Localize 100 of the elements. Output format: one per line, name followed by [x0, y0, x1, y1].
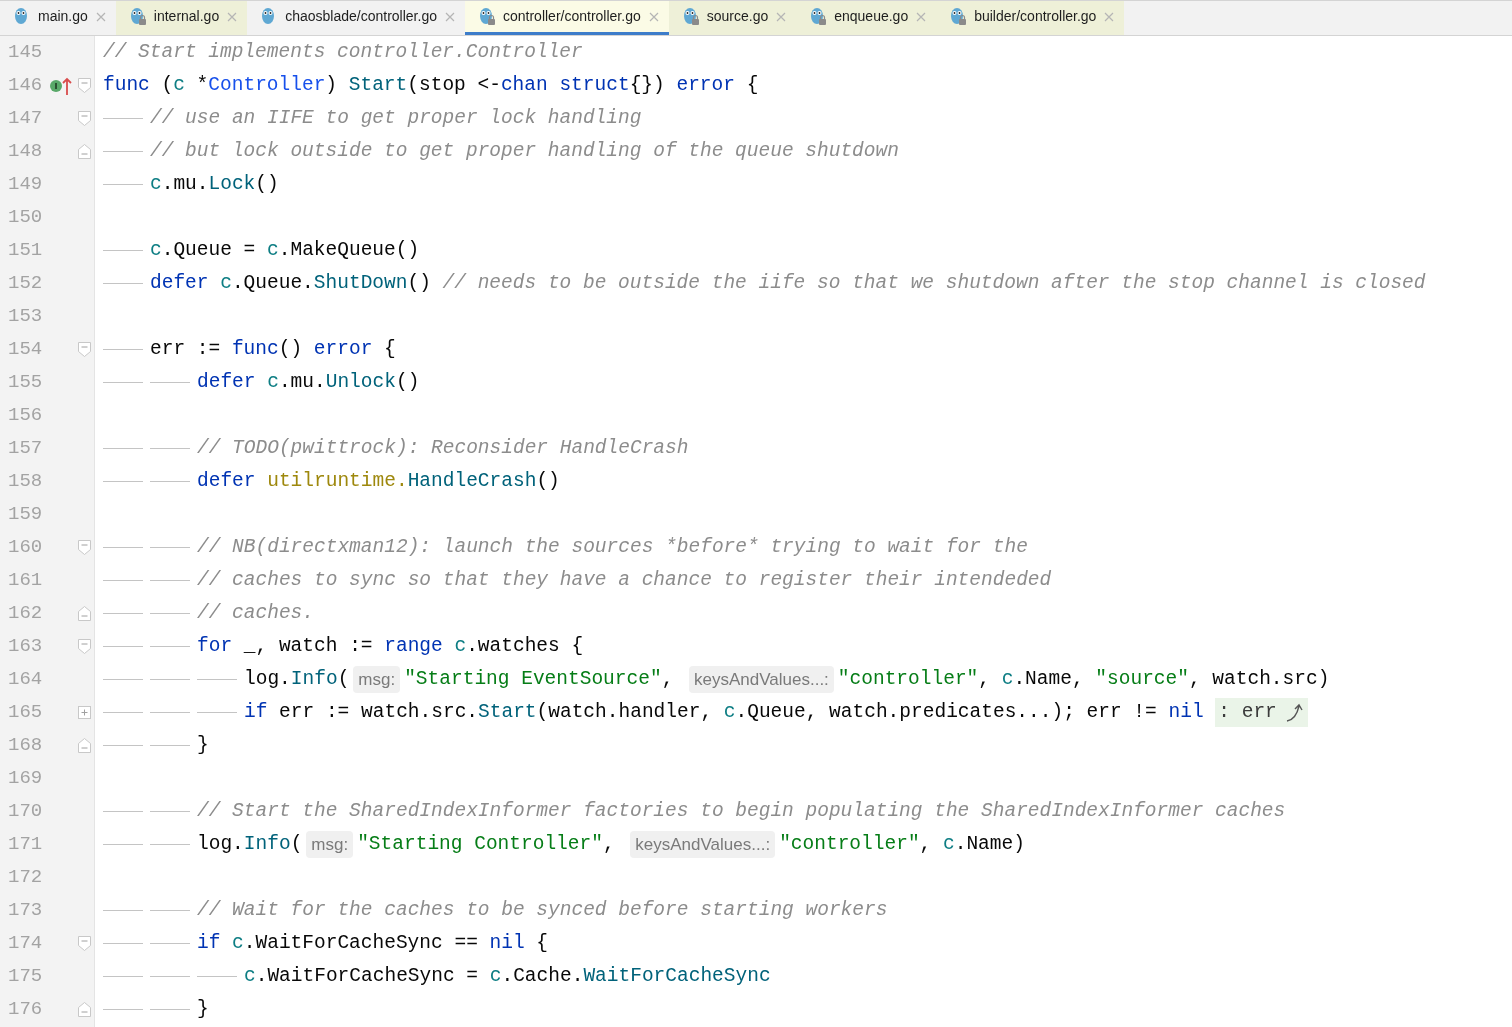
code-token: "controller" [837, 666, 979, 692]
indent-guide [103, 382, 143, 383]
editor-tab[interactable]: enqueue.go [796, 1, 937, 35]
code-token: if [197, 930, 221, 956]
indent-guide [197, 712, 237, 713]
indent-guide [150, 481, 190, 482]
parameter-hint: keysAndValues...: [630, 830, 776, 859]
code-token: , watch.src) [1188, 666, 1330, 692]
line-number: 152 [7, 271, 44, 297]
indent-guide [150, 844, 190, 845]
expand-icon[interactable] [78, 706, 91, 719]
code-token: (watch.handler, [536, 699, 714, 725]
line-number: 153 [7, 304, 44, 330]
gopher-file-icon [14, 7, 30, 26]
code-token: nil [489, 930, 525, 956]
code-token: Lock [208, 171, 256, 197]
fold-icon[interactable] [78, 144, 91, 159]
code-token: .MakeQueue() [278, 237, 420, 263]
code-token: func [103, 72, 150, 98]
indent-guide [150, 1009, 190, 1010]
code-token: _, watch := [242, 633, 374, 659]
code-token: range [384, 633, 443, 659]
fold-icon[interactable] [78, 342, 91, 357]
code-token: defer [150, 270, 209, 296]
indent-guide [103, 151, 143, 152]
parameter-hint: msg: [306, 830, 354, 859]
close-icon[interactable] [1104, 11, 1115, 22]
code-token: log. [197, 831, 244, 857]
indent-guide [103, 745, 143, 746]
editor-tab[interactable]: controller/controller.go [465, 1, 669, 35]
code-token: ShutDown [313, 270, 408, 296]
code-token: HandleCrash [407, 468, 537, 494]
code-token: * [195, 72, 209, 98]
code-token: () [278, 336, 304, 362]
code-token: func [231, 336, 279, 362]
code-token: log. [244, 666, 291, 692]
code-token: Info [243, 831, 291, 857]
indent-guide [150, 646, 190, 647]
fold-icon[interactable] [78, 1002, 91, 1017]
code-token: (stop <- [407, 72, 501, 98]
fold-icon[interactable] [78, 936, 91, 951]
indent-guide [150, 448, 190, 449]
close-icon[interactable] [776, 11, 787, 22]
folded-code[interactable]: : err [1215, 697, 1308, 728]
fold-icon[interactable] [78, 540, 91, 555]
gopher-file-icon [479, 7, 495, 26]
line-number: 154 [7, 337, 44, 363]
fold-icon[interactable] [78, 738, 91, 753]
code-token: () [255, 171, 279, 197]
code-token: Info [290, 666, 338, 692]
code-token: .WaitForCacheSync == [243, 930, 479, 956]
line-number: 157 [7, 436, 44, 462]
close-icon[interactable] [916, 11, 927, 22]
indent-guide [103, 976, 143, 977]
indent-guide [103, 1009, 143, 1010]
indent-guide [150, 943, 190, 944]
code-token: error [313, 336, 373, 362]
code-comment: // but lock outside to get proper handling of the queue shutdown [150, 138, 899, 164]
code-token: defer [197, 468, 256, 494]
fold-icon[interactable] [78, 111, 91, 126]
indent-guide [150, 547, 190, 548]
code-token: c [173, 72, 185, 98]
line-number: 176 [7, 997, 44, 1023]
code-token: ( [290, 831, 303, 857]
close-icon[interactable] [445, 11, 455, 22]
implementation-icon[interactable] [49, 75, 73, 96]
code-token: "controller" [779, 831, 920, 857]
code-token: , [661, 666, 675, 692]
line-number: 158 [7, 469, 44, 495]
code-token: c [232, 930, 244, 956]
code-token: c [454, 633, 467, 659]
parameter-hint: keysAndValues...: [689, 665, 834, 694]
fold-icon[interactable] [78, 78, 91, 93]
code-token: .watches { [466, 633, 584, 659]
code-token: c [489, 963, 502, 989]
editor-tab[interactable]: builder/controller.go [936, 1, 1125, 35]
editor-tab[interactable]: source.go [668, 1, 797, 35]
indent-guide [103, 712, 143, 713]
code-token: } [197, 996, 209, 1022]
line-number: 159 [7, 502, 44, 528]
code-token: () [395, 369, 420, 395]
line-number: 146 [7, 73, 44, 99]
line-number: 161 [7, 568, 44, 594]
code-comment: // Start implements controller.Controller [103, 39, 583, 65]
editor-tab[interactable]: internal.go [115, 1, 248, 35]
code-token: { [535, 930, 549, 956]
line-number: 170 [7, 799, 44, 825]
indent-guide [103, 349, 143, 350]
fold-icon[interactable] [78, 639, 91, 654]
indent-guide [103, 811, 143, 812]
line-number: 172 [7, 865, 44, 891]
indent-guide [103, 184, 143, 185]
close-icon[interactable] [227, 11, 238, 22]
code-comment: // Start the SharedIndexInformer factories to begin populating the SharedIndexInformer caches [197, 798, 1286, 824]
fold-icon[interactable] [78, 606, 91, 621]
indent-guide [103, 547, 143, 548]
indent-guide [103, 844, 143, 845]
close-icon[interactable] [95, 11, 106, 22]
code-token: c [244, 963, 256, 989]
close-icon[interactable] [648, 11, 659, 22]
